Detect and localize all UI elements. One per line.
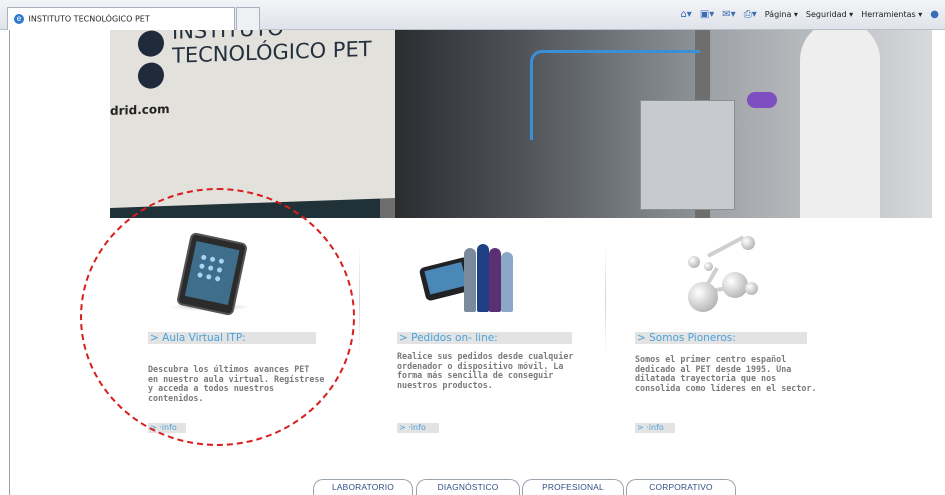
molecule-atom <box>741 236 755 250</box>
menu-herramientas[interactable]: Herramientas ▾ <box>861 10 922 19</box>
browser-tab[interactable]: e INSTITUTO TECNOLÓGICO PET <box>7 7 235 30</box>
annotation-dashed-circle <box>80 188 355 446</box>
menu-seguridad-label: Seguridad <box>805 10 847 19</box>
somos-pioneros-description: Somos el primer centro español dedicado … <box>635 354 817 393</box>
tablet-app-icon <box>216 267 223 273</box>
tablet-app-icon <box>198 263 205 270</box>
new-tab-button[interactable] <box>236 7 260 30</box>
menu-herramientas-label: Herramientas <box>861 10 916 19</box>
aula-virtual-info-link[interactable]: > ·info <box>148 423 186 433</box>
tablet-app-icon <box>197 272 203 278</box>
hero-glove <box>747 92 777 108</box>
pedidos-online-heading[interactable]: > Pedidos on- line: <box>397 332 572 344</box>
column-divider <box>359 245 360 355</box>
feeds-icon[interactable]: ▣▾ <box>700 9 714 20</box>
tablet-app-icon <box>207 265 214 272</box>
hero-poster: INSTITUTO TECNOLÓGICO PET drid.com <box>110 30 410 208</box>
nav-tab-laboratorio[interactable]: LABORATORIO <box>313 479 413 495</box>
somos-pioneros-heading[interactable]: > Somos Pioneros: <box>635 332 807 344</box>
bottle-icon <box>464 248 476 312</box>
browser-chrome: e INSTITUTO TECNOLÓGICO PET ⌂▾ ▣▾ ✉▾ ⎙▾ … <box>0 0 945 30</box>
poster-url: drid.com <box>110 101 170 118</box>
nav-tab-profesional[interactable]: PROFESIONAL <box>522 479 624 495</box>
nav-tab-corporativo[interactable]: CORPORATIVO <box>626 479 736 495</box>
column-divider <box>605 245 606 355</box>
mail-icon[interactable]: ✉▾ <box>722 9 735 20</box>
menu-seguridad[interactable]: Seguridad ▾ <box>806 10 853 19</box>
nav-tab-diagnostico[interactable]: DIAGNÓSTICO <box>416 479 520 495</box>
bottle-icon <box>477 244 489 312</box>
bottle-icon <box>489 248 501 312</box>
pedidos-online-description: Realice sus pedidos desde cualquier orde… <box>397 351 574 390</box>
home-icon[interactable]: ⌂▾ <box>680 9 691 20</box>
tablet-app-icon <box>214 275 221 282</box>
molecule-bond <box>707 235 745 258</box>
molecule-atom <box>722 272 748 298</box>
tablet-app-icon <box>200 254 207 261</box>
browser-tab-title: INSTITUTO TECNOLÓGICO PET <box>28 14 150 24</box>
molecule-atom <box>745 282 758 295</box>
poster-dot <box>138 30 164 58</box>
hero-image: INSTITUTO TECNOLÓGICO PET drid.com <box>110 30 932 218</box>
print-icon[interactable]: ⎙▾ <box>744 9 757 20</box>
aula-virtual-description: Descubra los últimos avances PET en nues… <box>148 364 325 403</box>
tablet-app-icon <box>205 273 212 280</box>
pedidos-online-info-link[interactable]: > ·info <box>397 423 439 433</box>
hero-technician <box>800 30 880 218</box>
page-border-line <box>9 30 10 495</box>
somos-pioneros-info-link[interactable]: > ·info <box>635 423 675 433</box>
bottle-icon <box>501 252 513 312</box>
poster-title: INSTITUTO TECNOLÓGICO PET <box>172 30 372 68</box>
tablet-app-icon <box>218 258 225 265</box>
hero-control-panel <box>640 100 735 210</box>
ie-logo-icon: e <box>14 14 24 24</box>
molecule-atom <box>704 262 713 271</box>
phone-screen <box>424 262 468 295</box>
tablet-app-icon <box>209 256 216 263</box>
aula-virtual-heading[interactable]: > Aula Virtual ITP: <box>148 332 316 344</box>
poster-dot <box>138 62 164 90</box>
molecule-atom <box>688 282 718 312</box>
tablet-screen <box>184 241 240 305</box>
menu-pagina[interactable]: Página ▾ <box>765 10 798 19</box>
help-icon[interactable]: ● <box>930 9 939 20</box>
menu-pagina-label: Página <box>764 10 792 19</box>
molecule-atom <box>688 256 700 268</box>
browser-command-bar: ⌂▾ ▣▾ ✉▾ ⎙▾ Página ▾ Seguridad ▾ Herrami… <box>680 9 939 20</box>
section-nav: LABORATORIO DIAGNÓSTICO PROFESIONAL CORP… <box>0 479 945 495</box>
